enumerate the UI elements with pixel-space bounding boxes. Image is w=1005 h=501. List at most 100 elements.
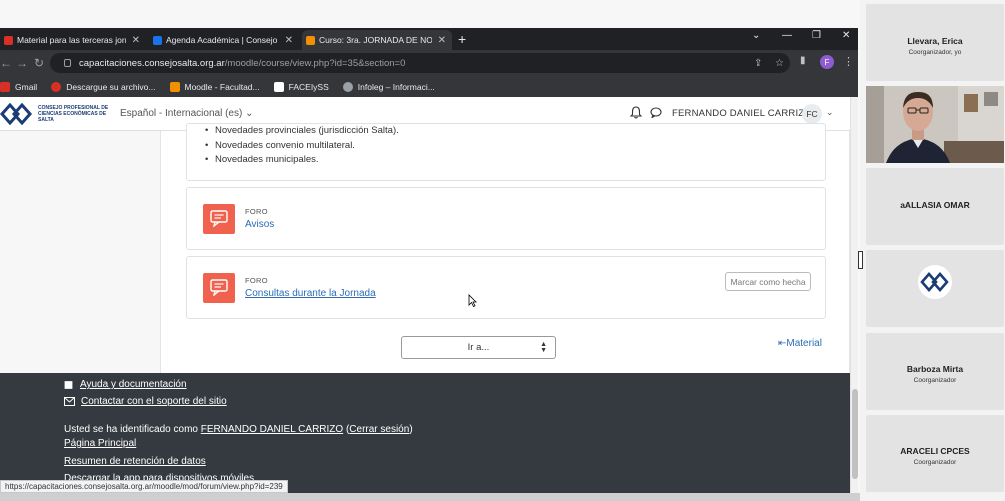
address-bar[interactable]: capacitaciones.consejosalta.org.ar/moodl… <box>50 53 790 73</box>
user-avatar[interactable]: FC <box>802 104 822 124</box>
contact-support-link[interactable]: Contactar con el soporte del sitio <box>64 396 227 407</box>
participant-name: Llevara, Erica <box>907 36 963 46</box>
close-icon[interactable]: ✕ <box>285 35 293 46</box>
cpce-avatar-icon <box>918 265 952 299</box>
url-path: /moodle/course/view.php?id=35&section=0 <box>224 57 406 69</box>
logged-prefix: Usted se ha identificado como <box>64 424 198 435</box>
participant-role: Coorganizador <box>913 459 957 466</box>
scrollbar-thumb[interactable] <box>852 389 858 479</box>
site-icon <box>153 35 162 45</box>
participant-name: ARACELI CPCES <box>900 446 970 456</box>
activity-type: FORO <box>245 207 268 216</box>
envelope-icon <box>64 397 75 406</box>
video-feed <box>866 86 1004 163</box>
bell-icon[interactable] <box>630 106 642 119</box>
participant-tile[interactable] <box>866 250 1004 327</box>
globe-icon <box>342 81 353 92</box>
panel-resize-handle[interactable] <box>858 251 863 269</box>
data-retention-link[interactable]: Resumen de retención de datos <box>64 456 206 467</box>
tab-course[interactable]: Curso: 3ra. JORNADA DE NOVEDA... ✕ <box>302 30 452 50</box>
moodle-icon <box>169 81 180 92</box>
list-item: Novedades convenio multilateral. <box>205 140 355 151</box>
jump-to-select[interactable]: Ir a... ▲ ▼ <box>401 336 556 359</box>
bookmark-descargue[interactable]: Descargue su archivo... <box>51 81 156 92</box>
menu-icon[interactable]: ⋮ <box>843 55 854 68</box>
window-close-icon[interactable]: ✕ <box>842 30 850 41</box>
new-tab-button[interactable]: + <box>458 31 466 47</box>
scrollbar[interactable] <box>850 97 858 493</box>
bookmark-moodle[interactable]: Moodle - Facultad... <box>169 81 260 92</box>
browser-chrome: Material para las terceras jornadas ✕ Ag… <box>0 28 858 97</box>
participant-tile[interactable]: ARACELI CPCES Coorganizador <box>866 415 1004 492</box>
participant-tile[interactable]: aALLASIA OMAR <box>866 168 1004 245</box>
sidepanel-icon[interactable]: ▮ <box>800 55 806 66</box>
tab-title: Material para las terceras jornadas <box>17 35 126 45</box>
logged-in-info: Usted se ha identificado como FERNANDO D… <box>64 424 413 435</box>
mark-done-button[interactable]: Marcar como hecha <box>725 272 811 291</box>
tab-bar: Material para las terceras jornadas ✕ Ag… <box>0 28 858 50</box>
status-bar-url: https://capacitaciones.consejosalta.org.… <box>0 480 288 493</box>
reload-icon[interactable]: ↻ <box>34 56 44 70</box>
profile-avatar[interactable]: F <box>820 55 834 69</box>
bottom-strip <box>0 493 860 501</box>
address-row: ← → ↻ capacitaciones.consejosalta.org.ar… <box>0 50 858 76</box>
mouse-cursor-icon <box>468 294 477 307</box>
gmail-icon <box>4 35 13 45</box>
section-summary-card: Novedades provinciales (jurisdicción Sal… <box>186 123 826 181</box>
user-name[interactable]: FERNANDO DANIEL CARRIZO <box>672 108 812 119</box>
activity-forum-avisos: FORO Avisos <box>186 187 826 250</box>
bookmarks-bar: Gmail Descargue su archivo... Moodle - F… <box>0 76 858 97</box>
forum-link-avisos[interactable]: Avisos <box>245 219 274 230</box>
forum-link-consultas[interactable]: Consultas durante la Jornada <box>245 288 376 299</box>
star-icon[interactable]: ☆ <box>775 58 784 69</box>
forum-icon[interactable] <box>203 204 235 234</box>
contact-label: Contactar con el soporte del sitio <box>81 396 227 407</box>
forum-icon[interactable] <box>203 273 235 303</box>
home-link[interactable]: Página Principal <box>64 438 136 449</box>
bookmark-faceiyss[interactable]: FACEIySS <box>273 81 329 92</box>
moodle-footer: Ayuda y documentación Contactar con el s… <box>0 373 850 493</box>
bookmark-gmail[interactable]: Gmail <box>0 81 37 92</box>
bookmark-infoleg[interactable]: Infoleg – Informaci... <box>342 81 435 92</box>
logout-link[interactable]: Cerrar sesión <box>349 424 409 435</box>
bookmark-label: Moodle - Facultad... <box>184 81 260 92</box>
participant-role: Coorganizador, yo <box>908 49 962 56</box>
language-menu[interactable]: Español - Internacional (es) ⌄ <box>120 108 253 119</box>
logged-user-link[interactable]: FERNANDO DANIEL CARRIZO <box>201 424 343 435</box>
logo-text: CONSEJO PROFESIONAL DE CIENCIAS ECONÓMIC… <box>38 105 109 123</box>
language-label: Español - Internacional (es) <box>120 108 243 119</box>
next-activity-link[interactable]: ⇤Material <box>778 338 822 349</box>
help-link[interactable]: Ayuda y documentación <box>64 379 187 390</box>
chevron-down-icon[interactable]: ⌄ <box>752 30 760 41</box>
participant-name: aALLASIA OMAR <box>900 200 970 210</box>
tab-gmail[interactable]: Material para las terceras jornadas ✕ <box>0 30 146 50</box>
chevron-down-icon: ⌄ <box>245 108 254 119</box>
bookmark-label: Descargue su archivo... <box>66 81 156 92</box>
participant-tile[interactable]: Barboza Mirta Coorganizador <box>866 333 1004 410</box>
minimize-icon[interactable]: — <box>782 30 792 41</box>
restore-icon[interactable]: ❐ <box>812 30 821 41</box>
back-icon[interactable]: ← <box>0 56 12 70</box>
chevron-down-icon[interactable]: ⌄ <box>826 107 834 118</box>
forward-icon[interactable]: → <box>16 56 28 70</box>
tab-agenda[interactable]: Agenda Académica | Consejo Pr... ✕ <box>149 30 299 50</box>
participant-role: Coorganizador <box>913 377 957 384</box>
chat-icon[interactable] <box>650 107 662 118</box>
help-label: Ayuda y documentación <box>80 379 187 390</box>
home-label: Página Principal <box>64 438 137 449</box>
lock-icon <box>64 59 71 67</box>
next-link-label: Material <box>786 338 822 349</box>
close-icon[interactable]: ✕ <box>438 35 446 46</box>
activity-forum-consultas: FORO Consultas durante la Jornada Marcar… <box>186 256 826 319</box>
tab-title: Agenda Académica | Consejo Pr... <box>166 35 279 45</box>
bookmark-icon <box>51 81 62 92</box>
participant-tile[interactable]: Llevara, Erica Coorganizador, yo <box>866 4 1004 81</box>
share-icon[interactable]: ⇪ <box>754 58 762 69</box>
tab-title: Curso: 3ra. JORNADA DE NOVEDA... <box>319 35 432 45</box>
participant-name: Barboza Mirta <box>906 364 964 374</box>
close-icon[interactable]: ✕ <box>132 35 140 46</box>
cpce-logo-icon[interactable] <box>0 102 36 126</box>
url-host: capacitaciones.consejosalta.org.ar <box>79 57 225 69</box>
select-arrows-icon: ▲ ▼ <box>540 341 547 354</box>
participant-video[interactable] <box>866 86 1004 163</box>
